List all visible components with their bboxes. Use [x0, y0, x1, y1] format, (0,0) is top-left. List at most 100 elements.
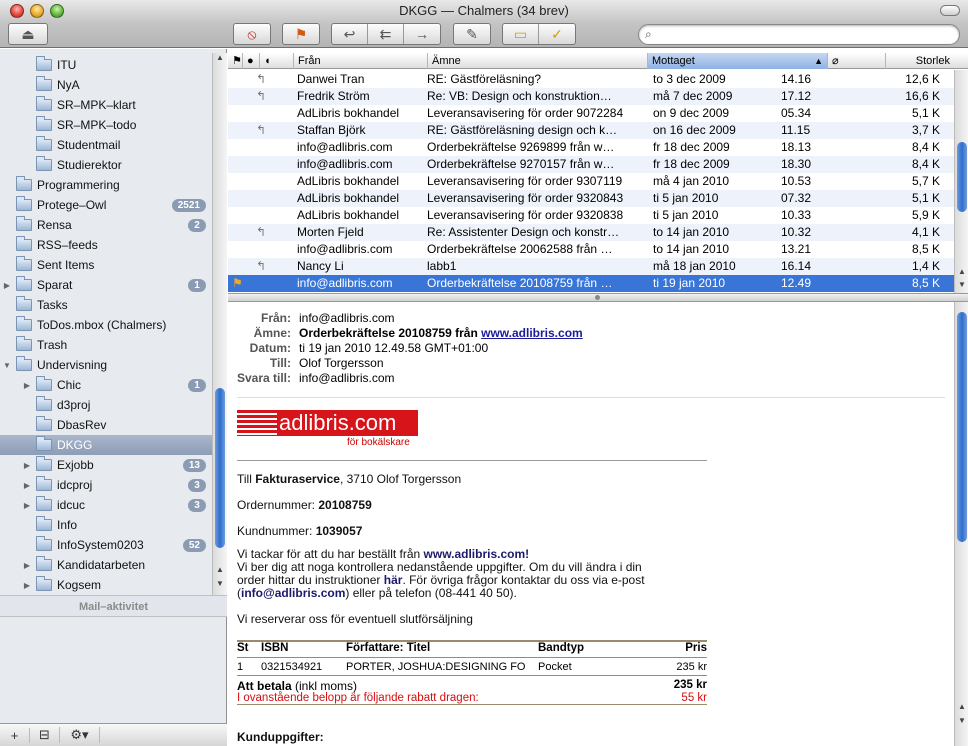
message-row[interactable]: info@adlibris.com Orderbekräftelse 200625… — [228, 241, 954, 258]
check-line: Vi ber dig att noga kontrollera nedanstå… — [237, 560, 642, 574]
sidebar-item[interactable]: InfoSystem0203 52 — [0, 535, 212, 555]
sidebar-item[interactable]: Info — [0, 515, 212, 535]
sidebar-item[interactable]: ▶ Kandidatarbeten — [0, 555, 212, 575]
message-subject: RE: Gästföreläsning design och k… — [427, 123, 618, 137]
add-mailbox-icon[interactable]: + — [0, 727, 30, 743]
sidebar-item[interactable]: ▶ Chic 1 — [0, 375, 212, 395]
message-row[interactable]: ↰ Danwei Tran RE: Gästföreläsning? to 3 dec… — [228, 71, 954, 88]
message-row[interactable]: ↰ Morten Fjeld Re: Assistenter Design och … — [228, 224, 954, 241]
sidebar-item[interactable]: ▼ Undervisning — [0, 355, 212, 375]
scroll-up-arrow-icon[interactable]: ▲ — [955, 267, 968, 279]
sidebar-item[interactable]: SR–MPK–klart — [0, 95, 212, 115]
sidebar-item[interactable]: Sent Items — [0, 255, 212, 275]
column-size-header[interactable]: Storlek — [886, 53, 954, 69]
reply-icon[interactable]: ↩ — [332, 24, 368, 44]
preview-scrollbar[interactable]: ▲ ▼ — [954, 302, 968, 746]
pane-splitter[interactable] — [228, 293, 968, 302]
disclosure-triangle-icon[interactable]: ▶ — [2, 281, 12, 290]
sidebar-item[interactable]: SR–MPK–todo — [0, 115, 212, 135]
message-list-scroll-thumb[interactable] — [957, 142, 967, 212]
sidebar-item[interactable]: Programmering — [0, 175, 212, 195]
search-input[interactable] — [661, 27, 951, 42]
sidebar-item[interactable]: d3proj — [0, 395, 212, 415]
subject-link[interactable]: www.adlibris.com — [481, 326, 583, 340]
column-flag-header[interactable]: ⚑ — [228, 53, 243, 69]
sidebar-item[interactable]: Rensa 2 — [0, 215, 212, 235]
junk-button[interactable]: ⚑ — [282, 23, 320, 45]
sidebar-item[interactable]: Studierektor — [0, 155, 212, 175]
message-row[interactable]: AdLibris bokhandel Leveransavisering för … — [228, 207, 954, 224]
scroll-down-arrow-icon[interactable]: ▼ — [213, 579, 227, 591]
sidebar-item[interactable]: ▶ Exjobb 13 — [0, 455, 212, 475]
sidebar-item[interactable]: Tasks — [0, 295, 212, 315]
message-row[interactable]: info@adlibris.com Orderbekräftelse 926989… — [228, 139, 954, 156]
splitter-grip-icon[interactable] — [595, 295, 600, 300]
disclosure-triangle-icon[interactable]: ▶ — [22, 501, 32, 510]
message-row[interactable]: ⚑ info@adlibris.com Orderbekräftelse 20108… — [228, 275, 954, 292]
adlibris-link[interactable]: www.adlibris.com — [424, 547, 526, 561]
sidebar-item[interactable]: ▶ Kogsem — [0, 575, 212, 595]
disclosure-triangle-icon[interactable]: ▶ — [22, 561, 32, 570]
forward-icon[interactable]: → — [404, 24, 440, 44]
sidebar-item[interactable]: ITU — [0, 55, 212, 75]
disclosure-triangle-icon[interactable]: ▶ — [22, 581, 32, 590]
message-row[interactable]: info@adlibris.com Orderbekräftelse 927015… — [228, 156, 954, 173]
sidebar-item[interactable]: ▶ idcproj 3 — [0, 475, 212, 495]
email-link[interactable]: info@adlibris.com — [241, 586, 345, 600]
gear-icon[interactable]: ⚙▾ — [60, 727, 100, 743]
toolbar-toggle-button[interactable] — [940, 5, 960, 16]
sidebar-scrollbar[interactable]: ▲ ▲ ▼ — [212, 53, 227, 605]
header-from-value[interactable]: info@adlibris.com — [299, 311, 395, 325]
scroll-up-arrow-icon[interactable]: ▲ — [955, 702, 968, 714]
folder-icon — [36, 136, 52, 151]
sidebar-item[interactable]: ToDos.mbox (Chalmers) — [0, 315, 212, 335]
sidebar-item[interactable]: ▶ Sparat 1 — [0, 275, 212, 295]
column-from-header[interactable]: Från — [294, 53, 428, 69]
disclosure-triangle-icon[interactable]: ▶ — [22, 481, 32, 490]
scroll-down-arrow-icon[interactable]: ▼ — [955, 716, 968, 728]
sidebar-scroll-thumb[interactable] — [215, 388, 225, 548]
column-received-header[interactable]: Mottaget ▲ — [648, 53, 828, 69]
header-reply-value[interactable]: info@adlibris.com — [299, 371, 395, 385]
message-row[interactable]: AdLibris bokhandel Leveransavisering för … — [228, 173, 954, 190]
preview-scroll-thumb[interactable] — [957, 312, 967, 542]
message-row[interactable]: ↰ Staffan Björk RE: Gästföreläsning design… — [228, 122, 954, 139]
sidebar-item[interactable]: Studentmail — [0, 135, 212, 155]
sidebar-item[interactable]: ▶ idcuc 3 — [0, 495, 212, 515]
sidebar-item[interactable]: DbasRev — [0, 415, 212, 435]
message-row[interactable]: ↰ Fredrik Ström Re: VB: Design och konstru… — [228, 88, 954, 105]
search-field[interactable]: ⌕ — [638, 24, 960, 45]
sidebar-item[interactable]: NyA — [0, 75, 212, 95]
disclosure-triangle-icon[interactable]: ▶ — [22, 381, 32, 390]
sidebar-item[interactable]: Trash — [0, 335, 212, 355]
instructions-link[interactable]: här — [384, 573, 403, 587]
message-row[interactable]: AdLibris bokhandel Leveransavisering för … — [228, 190, 954, 207]
sidebar-item[interactable]: DKGG — [0, 435, 212, 455]
column-read-header[interactable]: ● — [243, 53, 260, 69]
message-row[interactable]: AdLibris bokhandel Leveransavisering för … — [228, 105, 954, 122]
todo-check-icon[interactable]: ✓ — [539, 24, 575, 44]
delete-button[interactable]: ⦸ — [233, 23, 271, 45]
note-icon[interactable]: ▭ — [503, 24, 539, 44]
reply-all-icon[interactable]: ⇇ — [368, 24, 404, 44]
column-subject-header[interactable]: Ämne — [428, 53, 648, 69]
new-message-button[interactable]: ✎ — [453, 23, 491, 45]
sidebar-item-label: d3proj — [57, 398, 91, 412]
sidebar-item[interactable]: Protege–Owl 2521 — [0, 195, 212, 215]
show-mailbox-icon[interactable]: ⊟ — [30, 727, 60, 743]
disclosure-triangle-icon[interactable]: ▼ — [2, 361, 12, 370]
scroll-up-arrow-icon[interactable]: ▲ — [213, 565, 227, 577]
column-attachment-header[interactable]: ⌀ — [828, 53, 886, 69]
sidebar-item[interactable]: RSS–feeds — [0, 235, 212, 255]
column-status-header[interactable]: ◖ — [260, 53, 294, 69]
message-from: Morten Fjeld — [297, 225, 364, 239]
header-to-value[interactable]: Olof Torgersson — [299, 356, 384, 370]
discount-value: 55 kr — [681, 692, 707, 704]
disclosure-triangle-icon[interactable]: ▶ — [22, 461, 32, 470]
message-row[interactable]: ↰ Nancy Li labb1 må 18 jan 2010 16.14 1,4 K — [228, 258, 954, 275]
get-mail-button[interactable]: ⏏ — [8, 23, 48, 45]
scroll-up-arrow-icon[interactable]: ▲ — [213, 53, 227, 65]
scroll-down-arrow-icon[interactable]: ▼ — [955, 280, 968, 292]
message-list-scrollbar[interactable]: ▲ ▼ — [954, 70, 968, 293]
mail-activity-header[interactable]: Mail–aktivitet — [0, 595, 227, 617]
